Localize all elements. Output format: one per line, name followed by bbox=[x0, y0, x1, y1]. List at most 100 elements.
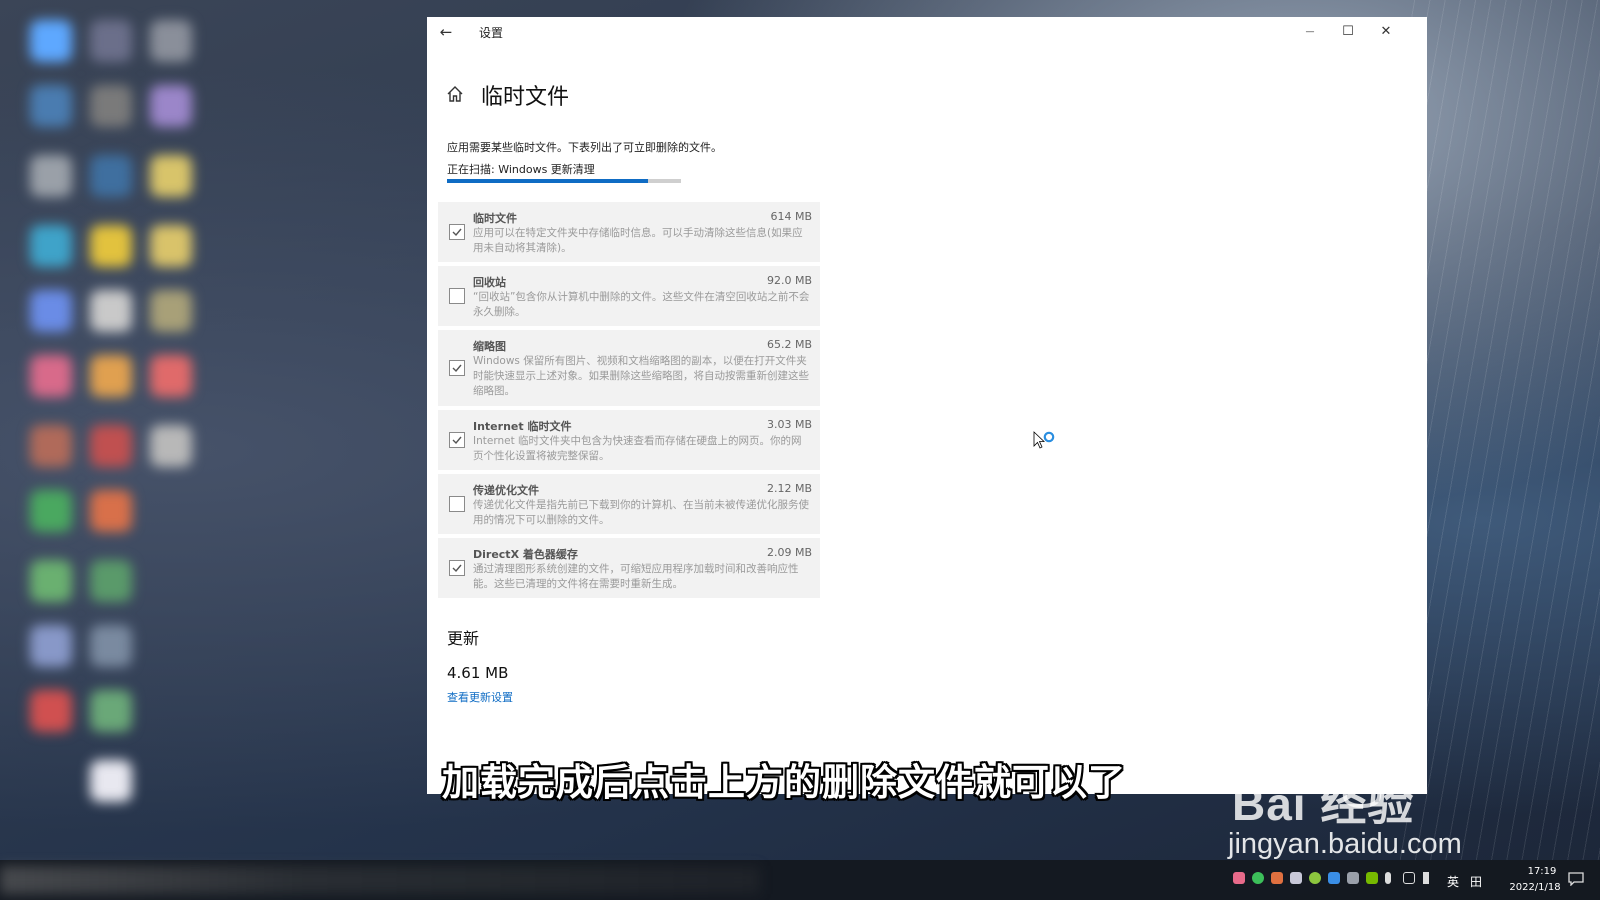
desktop-icon[interactable] bbox=[150, 85, 192, 127]
list-item[interactable]: Internet 临时文件 3.03 MB Internet 临时文件夹中包含为快速… bbox=[438, 410, 820, 470]
taskbar-pinned-apps[interactable] bbox=[0, 866, 760, 894]
checkmark-icon bbox=[452, 564, 462, 573]
network-icon[interactable] bbox=[1403, 872, 1415, 884]
checkmark-icon bbox=[452, 228, 462, 237]
desktop-icon[interactable] bbox=[90, 490, 132, 532]
desktop-icon[interactable] bbox=[30, 560, 72, 602]
ime-mode-icon[interactable]: 田 bbox=[1470, 873, 1482, 890]
desktop-icon[interactable] bbox=[90, 355, 132, 397]
desktop-icons bbox=[10, 10, 200, 830]
desktop-icon[interactable] bbox=[90, 20, 132, 62]
title-bar: ← 设置 — ☐ ✕ bbox=[427, 17, 1427, 47]
desktop-icon[interactable] bbox=[90, 625, 132, 667]
page-title: 临时文件 bbox=[481, 85, 570, 110]
window-title: 设置 bbox=[479, 26, 504, 40]
page-description: 应用需要某些临时文件。下表列出了可立即删除的文件。 bbox=[447, 141, 722, 154]
item-checkbox[interactable] bbox=[449, 360, 465, 376]
item-name: 缩略图 bbox=[473, 340, 506, 353]
updates-heading: 更新 bbox=[447, 629, 480, 648]
item-name: 临时文件 bbox=[473, 212, 517, 225]
tray-app-icon[interactable] bbox=[1347, 872, 1359, 884]
item-checkbox[interactable] bbox=[449, 432, 465, 448]
updates-size: 4.61 MB bbox=[447, 664, 509, 682]
desktop-icon[interactable] bbox=[150, 425, 192, 467]
item-description: 传递优化文件是指先前已下载到你的计算机、在当前未被传递优化服务使用的情况下可以删… bbox=[473, 499, 809, 526]
list-item[interactable]: 回收站 92.0 MB “回收站”包含你从计算机中删除的文件。这些文件在清空回收站之… bbox=[438, 266, 820, 326]
desktop-icon[interactable] bbox=[90, 155, 132, 197]
item-size: 3.03 MB bbox=[766, 418, 812, 431]
tray-app-icon[interactable] bbox=[1233, 872, 1245, 884]
checkmark-icon bbox=[452, 364, 462, 373]
item-description: “回收站”包含你从计算机中删除的文件。这些文件在清空回收站之前不会永久删除。 bbox=[473, 291, 810, 318]
desktop-icon[interactable] bbox=[30, 690, 72, 732]
desktop-icon[interactable] bbox=[90, 225, 132, 267]
desktop-icon[interactable] bbox=[150, 290, 192, 332]
settings-window: ← 设置 — ☐ ✕ 临时文件 应用需要某些临时文件。下表列出了可立即删除的文件… bbox=[427, 17, 1427, 794]
item-checkbox[interactable] bbox=[449, 496, 465, 512]
item-description: Windows 保留所有图片、视频和文档缩略图的副本，以便在打开文件夹时能快速显… bbox=[473, 355, 809, 397]
wechat-tray-icon[interactable] bbox=[1252, 872, 1264, 884]
home-icon[interactable] bbox=[445, 84, 465, 104]
item-checkbox[interactable] bbox=[449, 288, 465, 304]
desktop-icon[interactable] bbox=[90, 85, 132, 127]
tray-app-icon[interactable] bbox=[1290, 872, 1302, 884]
clock-time[interactable]: 17:19 bbox=[1512, 866, 1572, 877]
security-tray-icon[interactable] bbox=[1328, 872, 1340, 884]
item-name: Internet 临时文件 bbox=[473, 420, 572, 433]
watermark-brand: Bai 经验 bbox=[1232, 778, 1415, 830]
view-update-settings-link[interactable]: 查看更新设置 bbox=[447, 689, 513, 705]
desktop-icon[interactable] bbox=[90, 560, 132, 602]
desktop-icon[interactable] bbox=[150, 155, 192, 197]
item-checkbox[interactable] bbox=[449, 560, 465, 576]
desktop-icon[interactable] bbox=[150, 355, 192, 397]
list-item[interactable]: 临时文件 614 MB 应用可以在特定文件夹中存储临时信息。可以手动清除这些信息(如… bbox=[438, 202, 820, 262]
microphone-icon[interactable] bbox=[1385, 872, 1391, 884]
scan-status: 正在扫描: Windows 更新清理 bbox=[447, 163, 595, 176]
desktop-icon[interactable] bbox=[30, 425, 72, 467]
scan-progress-fill bbox=[447, 179, 649, 183]
item-size: 2.12 MB bbox=[766, 482, 812, 495]
desktop-icon[interactable] bbox=[150, 225, 192, 267]
item-name: 传递优化文件 bbox=[473, 484, 539, 497]
video-caption: 加载完成后点击上方的删除文件就可以了 bbox=[442, 761, 1126, 804]
desktop-icon[interactable] bbox=[30, 290, 72, 332]
tray-app-icon[interactable] bbox=[1271, 872, 1283, 884]
item-name: DirectX 着色器缓存 bbox=[473, 548, 578, 561]
clock-date[interactable]: 2022/1/18 bbox=[1500, 882, 1570, 893]
desktop-icon[interactable] bbox=[90, 690, 132, 732]
item-description: Internet 临时文件夹中包含为快速查看而存储在硬盘上的网页。你的网页个性化… bbox=[473, 435, 802, 462]
list-item[interactable]: 传递优化文件 2.12 MB 传递优化文件是指先前已下载到你的计算机、在当前未被传递… bbox=[438, 474, 820, 534]
desktop-icon[interactable] bbox=[30, 355, 72, 397]
desktop-icon[interactable] bbox=[30, 490, 72, 532]
item-checkbox[interactable] bbox=[449, 224, 465, 240]
busy-cursor-icon bbox=[1033, 431, 1055, 449]
watermark-url: jingyan.baidu.com bbox=[1228, 828, 1462, 860]
checkmark-icon bbox=[452, 436, 462, 445]
ime-language-indicator[interactable]: 英 bbox=[1447, 873, 1459, 890]
back-button[interactable]: ← bbox=[435, 21, 457, 43]
list-item[interactable]: DirectX 着色器缓存 2.09 MB 通过清理图形系统创建的文件，可缩短应用程… bbox=[438, 538, 820, 598]
desktop-icon[interactable] bbox=[150, 20, 192, 62]
desktop-icon[interactable] bbox=[90, 760, 132, 802]
tray-app-icon[interactable] bbox=[1309, 872, 1321, 884]
desktop-icon[interactable] bbox=[30, 625, 72, 667]
list-item[interactable]: 缩略图 65.2 MB Windows 保留所有图片、视频和文档缩略图的副本，以便在… bbox=[438, 330, 820, 406]
item-size: 65.2 MB bbox=[766, 338, 812, 351]
close-button[interactable]: ✕ bbox=[1367, 17, 1405, 47]
desktop-icon[interactable] bbox=[30, 85, 72, 127]
wallpaper-rain bbox=[1400, 0, 1600, 860]
taskbar bbox=[0, 860, 1600, 900]
item-size: 614 MB bbox=[770, 210, 812, 223]
desktop-icon[interactable] bbox=[90, 290, 132, 332]
desktop-icon[interactable] bbox=[90, 425, 132, 467]
desktop-icon[interactable] bbox=[30, 225, 72, 267]
nvidia-tray-icon[interactable] bbox=[1366, 872, 1378, 884]
minimize-button[interactable]: — bbox=[1291, 17, 1329, 47]
notification-center-icon[interactable] bbox=[1568, 872, 1584, 886]
scan-progress-bar bbox=[447, 179, 681, 183]
maximize-button[interactable]: ☐ bbox=[1329, 17, 1367, 47]
item-description: 通过清理图形系统创建的文件，可缩短应用程序加载时间和改善响应性能。这些已清理的文… bbox=[473, 563, 799, 590]
volume-icon[interactable] bbox=[1423, 872, 1435, 884]
desktop-icon[interactable] bbox=[30, 155, 72, 197]
desktop-icon[interactable] bbox=[30, 20, 72, 62]
